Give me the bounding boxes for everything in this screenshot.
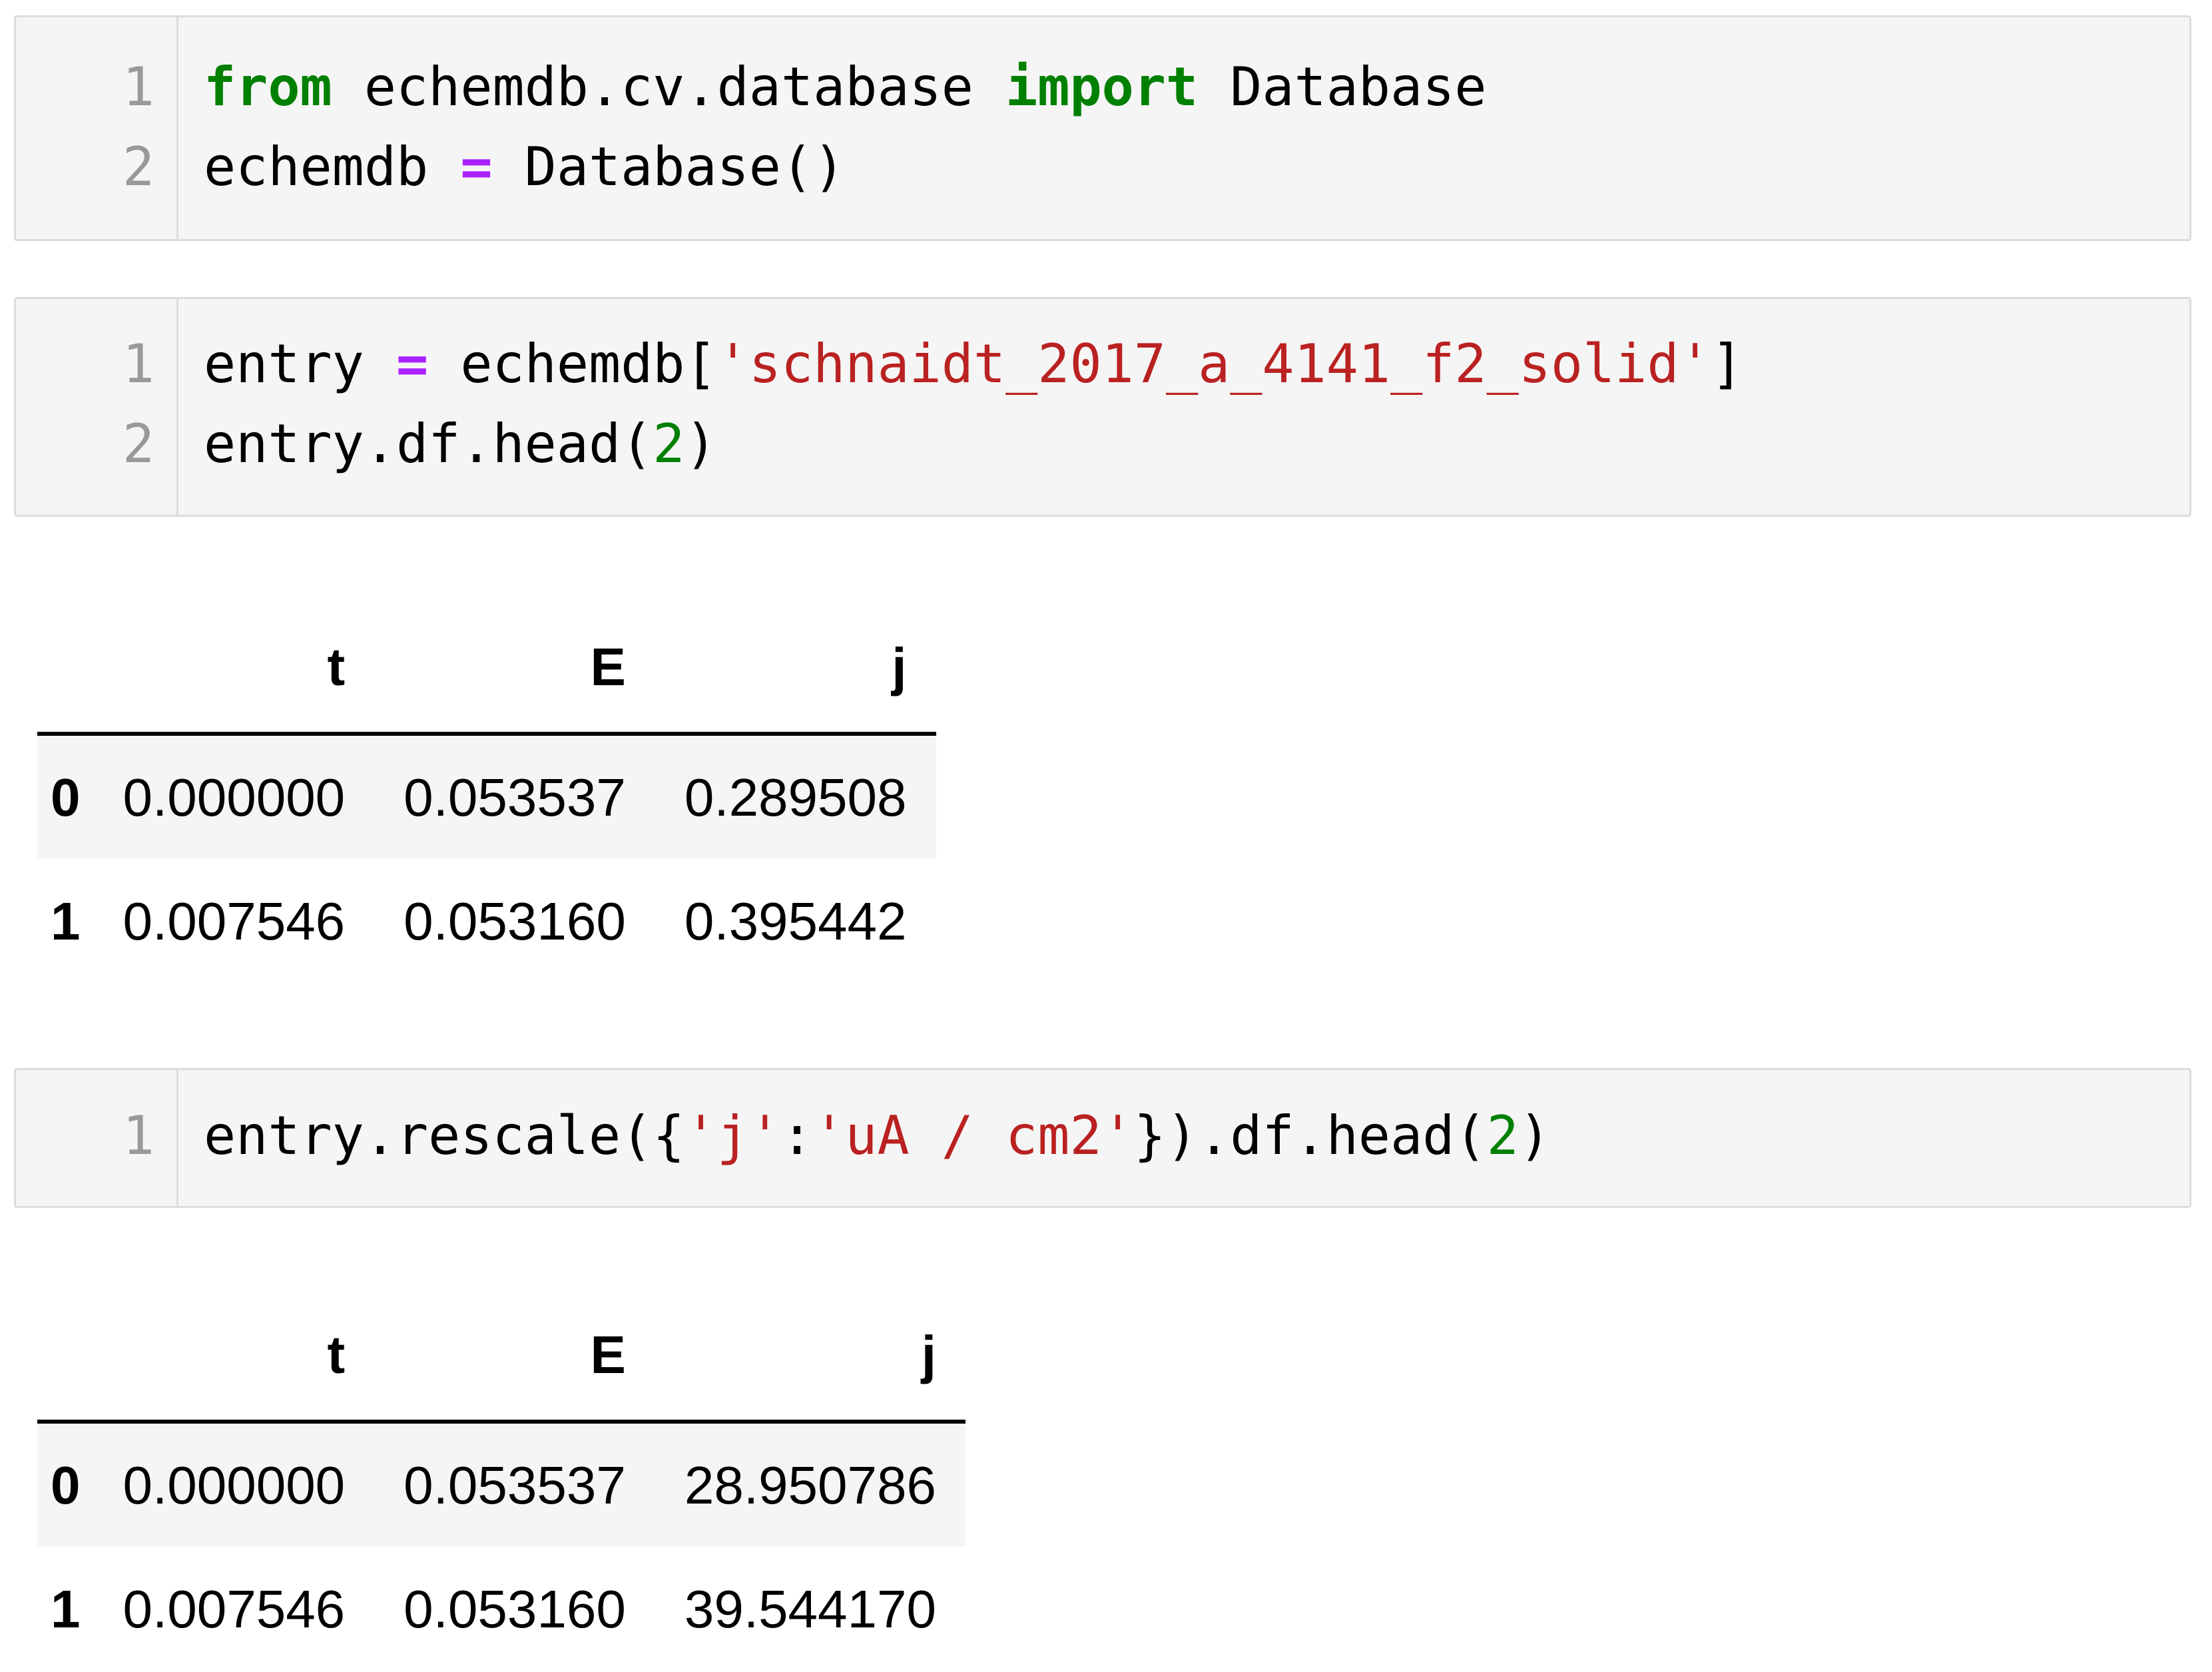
code-cell-1[interactable]: 1 from echemdb.cv.database import Databas… [14, 15, 2191, 241]
code-token-op: = [460, 136, 493, 198]
column-header: j [655, 602, 936, 736]
code-line: 1 entry.rescale({'j':'uA / cm2'}).df.head… [16, 1096, 2189, 1176]
row-index: 1 [51, 1579, 81, 1639]
code-token-plain: Database [1198, 56, 1487, 118]
code-token-plain: echemdb.cv.database [332, 56, 1006, 118]
line-number: 2 [122, 136, 154, 198]
line-number: 1 [122, 333, 154, 395]
code-token-num: 2 [1486, 1105, 1519, 1167]
code-line: 1 from echemdb.cv.database import Databas… [16, 47, 2189, 127]
code-token-plain: entry.df.head( [204, 413, 653, 475]
code-token-str: 'schnaidt_2017_a_4141_f2_solid' [716, 333, 1711, 395]
code-token-str: 'j' [685, 1105, 781, 1167]
code-token-kw: import [1005, 56, 1199, 118]
code-token-plain: echemdb[ [428, 333, 717, 395]
index-header [37, 1290, 94, 1424]
table-cell: 0.053537 [404, 1455, 626, 1515]
table-cell: 0.395442 [684, 892, 907, 951]
column-header: E [374, 602, 655, 736]
dataframe-output-1: t E j 0 0.000000 0.053537 0.289508 1 0.0… [37, 602, 936, 984]
row-index: 1 [51, 892, 81, 951]
code-token-plain: : [780, 1105, 814, 1167]
table-cell: 0.000000 [123, 767, 346, 827]
table-row: 1 0.007546 0.053160 39.544170 [37, 1547, 966, 1672]
table-cell: 0.053160 [404, 892, 626, 951]
code-line: 1 entry = echemdb['schnaidt_2017_a_4141_f… [16, 324, 2189, 404]
table-header-row: t E j [37, 1290, 966, 1424]
code-token-plain: echemdb [204, 136, 461, 198]
code-text[interactable]: entry.rescale({'j':'uA / cm2'}).df.head(… [204, 1096, 1551, 1176]
code-text[interactable]: echemdb = Database() [204, 127, 845, 207]
code-token-plain: Database() [492, 136, 846, 198]
code-text[interactable]: entry = echemdb['schnaidt_2017_a_4141_f2… [204, 324, 1743, 404]
table-cell: 0.289508 [684, 767, 907, 827]
table-row: 1 0.007546 0.053160 0.395442 [37, 859, 936, 984]
code-token-op: = [396, 333, 429, 395]
table-header-row: t E j [37, 602, 936, 736]
code-token-plain: entry [204, 333, 396, 395]
code-token-plain: entry.rescale({ [204, 1105, 685, 1167]
code-token-num: 2 [653, 413, 685, 475]
table-cell: 0.053160 [404, 1579, 626, 1639]
code-line: 2 echemdb = Database() [16, 127, 2189, 207]
code-token-plain: }).df.head( [1133, 1105, 1487, 1167]
table-cell: 0.007546 [123, 1579, 346, 1639]
table-cell: 0.007546 [123, 892, 346, 951]
table-cell: 0.053537 [404, 767, 626, 827]
column-header: j [655, 1290, 966, 1424]
column-header: t [93, 602, 375, 736]
code-text[interactable]: entry.df.head(2) [204, 404, 717, 484]
code-token-plain: ] [1711, 333, 1743, 395]
code-token-str: 'uA / cm2' [813, 1105, 1134, 1167]
code-token-plain: ) [685, 413, 717, 475]
row-index: 0 [51, 767, 81, 827]
code-cell-3[interactable]: 1 entry.rescale({'j':'uA / cm2'}).df.head… [14, 1068, 2191, 1208]
code-token-kw: from [204, 56, 332, 118]
index-header [37, 602, 94, 736]
code-cell-2[interactable]: 1 entry = echemdb['schnaidt_2017_a_4141_f… [14, 297, 2191, 517]
column-header: t [93, 1290, 375, 1424]
line-number: 1 [122, 56, 154, 118]
table-row: 0 0.000000 0.053537 0.289508 [37, 734, 936, 859]
column-header: E [374, 1290, 655, 1424]
dataframe-output-2: t E j 0 0.000000 0.053537 28.950786 1 0.… [37, 1290, 966, 1672]
code-line: 2 entry.df.head(2) [16, 404, 2189, 484]
line-number: 1 [122, 1105, 154, 1167]
line-number: 2 [122, 413, 154, 475]
code-text[interactable]: from echemdb.cv.database import Database [204, 47, 1487, 127]
table-cell: 28.950786 [684, 1455, 937, 1515]
table-row: 0 0.000000 0.053537 28.950786 [37, 1422, 966, 1547]
row-index: 0 [51, 1455, 81, 1515]
table-cell: 39.544170 [684, 1579, 937, 1639]
code-token-plain: ) [1518, 1105, 1551, 1167]
table-cell: 0.000000 [123, 1455, 346, 1515]
